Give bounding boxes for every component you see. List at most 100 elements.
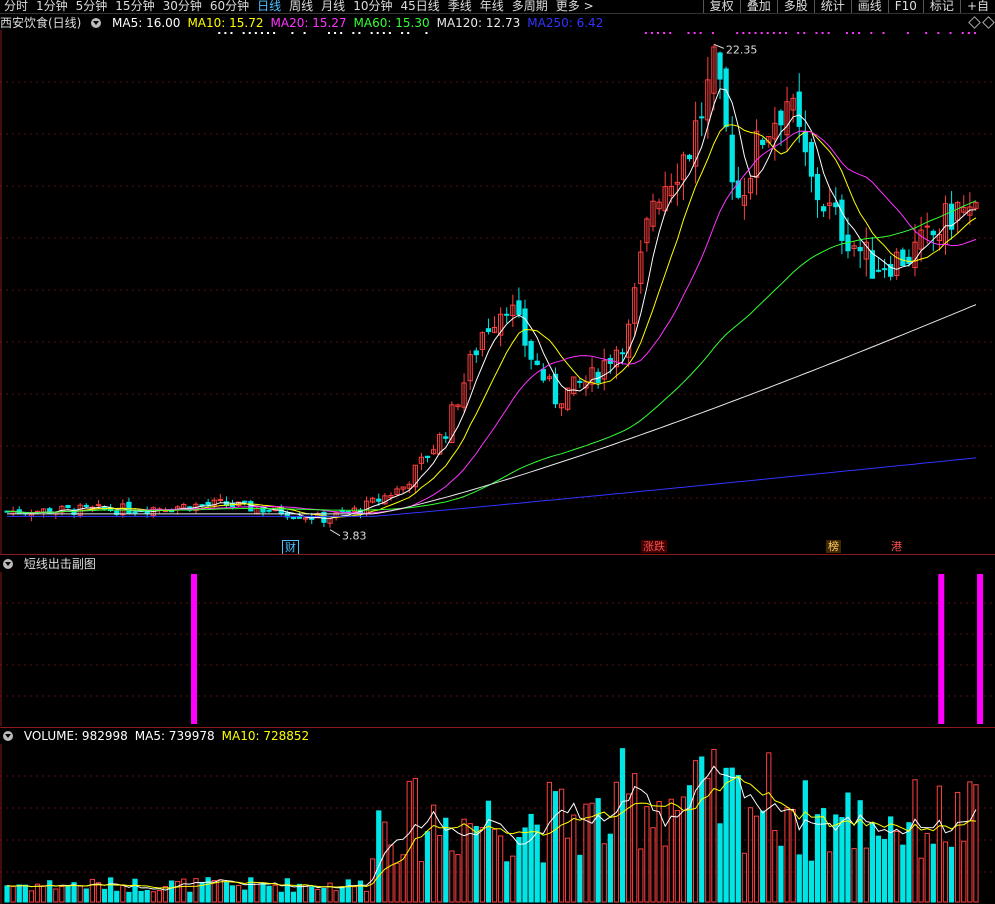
panel-close-diamond-icon[interactable] — [968, 16, 981, 29]
volume-bar — [632, 773, 638, 903]
period-tab-8[interactable]: 月线 — [317, 0, 349, 13]
top-dot — [827, 32, 830, 34]
period-tab-13[interactable]: 多周期 — [508, 0, 552, 13]
tool-button-7[interactable]: +自 — [959, 0, 995, 13]
top-dot — [967, 32, 970, 34]
collapse-chevron-icon[interactable] — [3, 731, 13, 741]
marker-gang[interactable]: 港 — [889, 540, 904, 553]
volume-bar — [948, 846, 955, 903]
volume-bar — [778, 845, 784, 903]
volume-bar — [430, 804, 437, 903]
top-dot — [388, 32, 391, 34]
volume-bar — [558, 788, 565, 903]
tool-button-1[interactable]: 叠加 — [739, 0, 777, 13]
marker-cai[interactable]: 财 — [282, 540, 299, 555]
volume-bar — [376, 810, 382, 903]
top-dot — [340, 32, 343, 34]
volume-bar — [924, 832, 930, 903]
top-dot — [224, 32, 227, 34]
volume-bar — [619, 748, 626, 903]
volume-chart[interactable] — [0, 744, 995, 904]
period-tab-12[interactable]: 年线 — [476, 0, 508, 13]
period-tab-14[interactable]: 更多 > — [552, 0, 598, 13]
volume-bar — [400, 854, 406, 903]
marker-zhangdie[interactable]: 涨跌 — [641, 540, 667, 553]
volume-bar — [534, 824, 540, 903]
volume-bar — [162, 885, 169, 903]
candle-body — [924, 225, 930, 228]
tool-button-4[interactable]: 画线 — [850, 0, 888, 13]
top-dot — [242, 32, 245, 34]
collapse-chevron-icon[interactable] — [3, 559, 13, 569]
top-dot — [303, 32, 306, 34]
volume-bar — [223, 882, 230, 903]
period-tab-1[interactable]: 1分钟 — [32, 0, 72, 13]
tool-button-5[interactable]: F10 — [887, 0, 923, 13]
collapse-chevron-icon[interactable] — [91, 18, 102, 28]
volume-bar — [120, 884, 126, 903]
period-tab-2[interactable]: 5分钟 — [72, 0, 112, 13]
marker-bang[interactable]: 榜 — [826, 540, 841, 553]
panel-menu-diamond-icon[interactable] — [982, 16, 995, 29]
top-dot — [401, 32, 404, 34]
top-dot — [858, 32, 861, 34]
tool-button-3[interactable]: 统计 — [813, 0, 851, 13]
volume-bar — [479, 826, 485, 903]
tool-button-2[interactable]: 多股 — [776, 0, 814, 13]
period-tab-0[interactable]: 分时 — [0, 0, 32, 13]
period-tab-9[interactable]: 10分钟 — [349, 0, 396, 13]
volume-bar — [790, 808, 796, 903]
volume-bar — [699, 756, 705, 903]
volume-bar — [546, 781, 553, 903]
candle-body — [205, 501, 211, 506]
top-dot — [382, 32, 385, 34]
top-dot — [376, 32, 379, 34]
volume-bar — [784, 807, 790, 903]
volume-bar — [303, 884, 309, 903]
period-tab-7[interactable]: 周线 — [285, 0, 317, 13]
signal-chart[interactable] — [0, 572, 995, 726]
tool-button-0[interactable]: 复权 — [702, 0, 740, 13]
top-dot — [973, 32, 976, 34]
period-tab-11[interactable]: 季线 — [444, 0, 476, 13]
tool-button-6[interactable]: 标记 — [922, 0, 960, 13]
top-dot — [248, 32, 251, 34]
volume-bar — [674, 810, 680, 903]
candle-body — [424, 455, 431, 458]
volume-bar — [132, 878, 138, 903]
top-dot — [370, 32, 373, 34]
volume-bar — [467, 823, 473, 903]
volume-bar — [808, 860, 815, 903]
volume-bar — [601, 843, 607, 903]
period-tab-3[interactable]: 15分钟 — [111, 0, 158, 13]
volume-bar — [229, 885, 236, 903]
candle-body — [778, 110, 784, 126]
volume-bar — [565, 837, 571, 903]
volume-bar — [516, 837, 522, 903]
volume-bar — [339, 886, 345, 903]
volume-legend: VOLUME: 982998 MA5: 739978 MA10: 728852 — [24, 729, 316, 743]
period-tab-5[interactable]: 60分钟 — [206, 0, 253, 13]
volume-bar — [589, 802, 595, 903]
volume-bar — [528, 813, 534, 903]
volume-bar — [101, 888, 108, 903]
period-tab-6[interactable]: 日线 — [253, 0, 285, 13]
candle-body — [485, 328, 492, 333]
volume-bar — [455, 854, 461, 903]
top-dot — [663, 32, 666, 34]
legend-item-1: MA10: 15.72 — [187, 16, 264, 30]
volume-bar — [327, 882, 333, 903]
volume-bar — [753, 815, 760, 903]
top-dot — [254, 32, 257, 34]
top-dot — [748, 32, 751, 34]
candlestick-chart[interactable]: 22.35 3.83 — [0, 30, 995, 555]
candle-body — [473, 350, 479, 356]
high-pointer — [713, 43, 725, 49]
legend-item-2: MA10: 728852 — [221, 729, 310, 743]
volume-bar — [967, 781, 973, 903]
candle-body — [839, 199, 845, 241]
volume-bar — [260, 882, 266, 903]
period-tab-4[interactable]: 30分钟 — [159, 0, 206, 13]
volume-bar — [156, 890, 163, 903]
period-tab-10[interactable]: 45日线 — [396, 0, 443, 13]
